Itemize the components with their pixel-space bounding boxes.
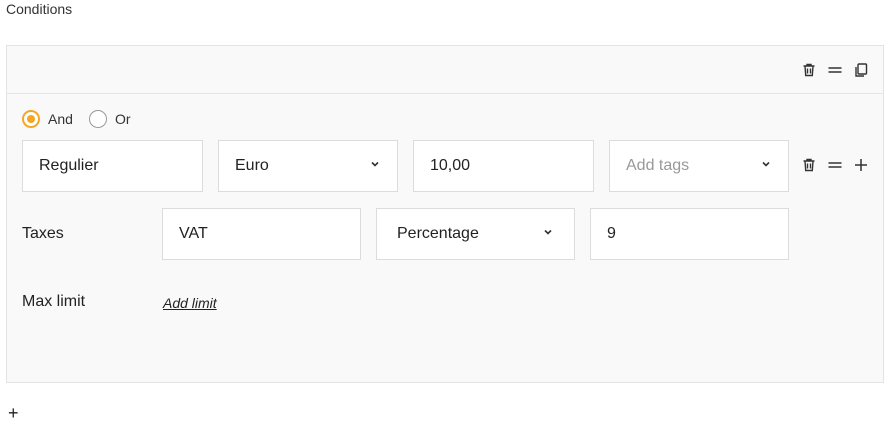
add-limit-link[interactable]: Add limit [163, 295, 217, 311]
currency-select[interactable]: Euro [218, 140, 398, 192]
radio-and-indicator[interactable] [22, 110, 40, 128]
amount-field[interactable]: 10,00 [413, 140, 594, 192]
tax-type-select[interactable]: Percentage [376, 208, 575, 260]
add-condition-button[interactable]: + [8, 403, 19, 423]
tax-amount-field[interactable]: 9 [590, 208, 789, 260]
currency-select-value: Euro [235, 157, 269, 174]
name-field-value: Regulier [39, 157, 99, 174]
tax-type-value: Percentage [397, 225, 479, 242]
amount-field-value: 10,00 [430, 157, 471, 174]
chevron-down-icon [542, 226, 554, 238]
radio-and-label: And [48, 111, 73, 127]
tax-name-value: VAT [179, 225, 208, 242]
section-title: Conditions [6, 1, 73, 17]
trash-icon[interactable] [801, 62, 817, 78]
tax-name-field[interactable]: VAT [162, 208, 361, 260]
tax-amount-value: 9 [607, 225, 616, 242]
radio-and[interactable]: And [22, 110, 73, 128]
max-limit-label: Max limit [22, 293, 86, 310]
drag-handle-icon[interactable] [827, 157, 843, 173]
name-field[interactable]: Regulier [22, 140, 203, 192]
copy-icon[interactable] [853, 62, 869, 78]
chevron-down-icon [369, 158, 381, 170]
radio-or[interactable]: Or [89, 110, 131, 128]
tags-select-placeholder: Add tags [626, 157, 690, 174]
radio-or-label: Or [115, 111, 131, 127]
chevron-down-icon [760, 158, 772, 170]
condition-card: And Or Regulier Euro 10,00 Add tags Taxe… [6, 45, 884, 383]
tags-select[interactable]: Add tags [609, 140, 789, 192]
radio-or-indicator[interactable] [89, 110, 107, 128]
drag-handle-icon[interactable] [827, 62, 843, 78]
plus-icon[interactable] [853, 157, 869, 173]
taxes-label: Taxes [22, 225, 64, 242]
trash-icon[interactable] [801, 157, 817, 173]
card-header [7, 46, 883, 94]
